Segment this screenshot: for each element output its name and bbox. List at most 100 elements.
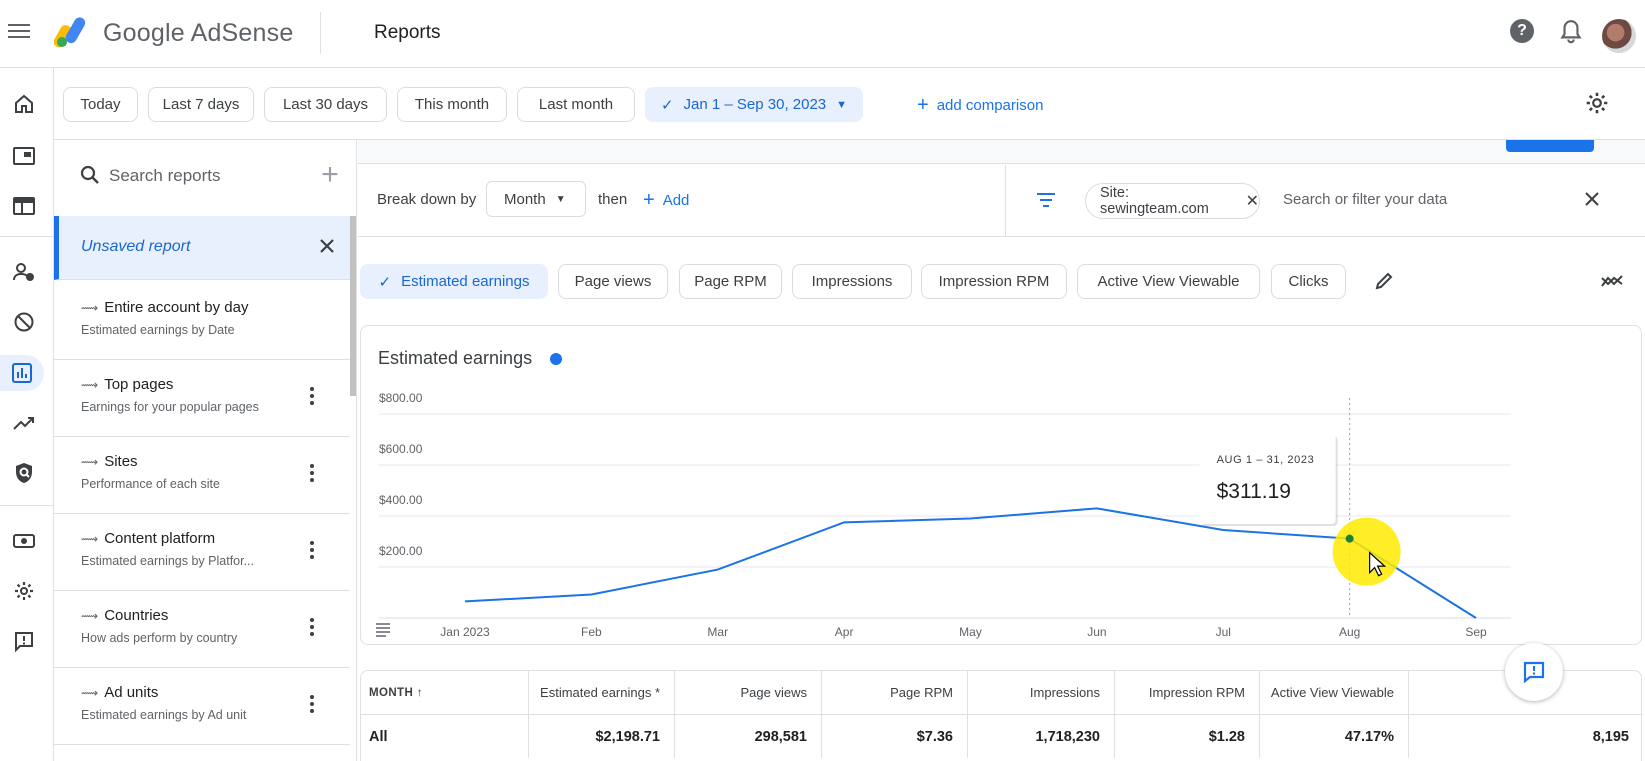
hovered-data-point[interactable] <box>1345 534 1354 543</box>
sparkle-icon: ⟿ <box>81 608 99 623</box>
report-item-content-platform[interactable]: ⟿ Content platform Estimated earnings by … <box>54 511 350 591</box>
help-icon[interactable]: ? <box>1510 19 1534 43</box>
sparkle-icon: ⟿ <box>81 377 99 392</box>
site-filter-chip[interactable]: Site: sewingteam.com ✕ <box>1085 183 1260 219</box>
x-tick-label: Aug <box>1339 625 1360 639</box>
metric-impressions[interactable]: Impressions <box>792 264 912 299</box>
metric-page-rpm[interactable]: Page RPM <box>679 264 782 299</box>
brand-safety-icon[interactable] <box>6 455 42 491</box>
more-options-icon[interactable] <box>308 462 316 486</box>
metric-page-views[interactable]: Page views <box>558 264 668 299</box>
y-tick-label: $400.00 <box>379 493 423 507</box>
sites-icon[interactable] <box>6 138 42 174</box>
report-title: Top pages <box>104 376 174 393</box>
header-divider <box>320 12 321 54</box>
rail-divider <box>0 236 54 237</box>
settings-icon[interactable] <box>6 573 42 609</box>
more-options-icon[interactable] <box>308 385 316 409</box>
unsaved-report-item[interactable]: Unsaved report <box>54 216 350 280</box>
more-options-icon[interactable] <box>308 539 316 563</box>
clear-filters-icon[interactable] <box>1580 187 1604 211</box>
date-chip-this-month[interactable]: This month <box>397 87 507 122</box>
breakdown-then-label: then <box>598 191 628 208</box>
brand-name: Google AdSense <box>103 19 294 47</box>
date-chip-last-7-days[interactable]: Last 7 days <box>148 87 254 122</box>
metric-impression-rpm[interactable]: Impression RPM <box>921 264 1067 299</box>
close-icon[interactable] <box>315 234 339 258</box>
payments-icon[interactable] <box>6 523 42 559</box>
metric-estimated-earnings[interactable]: ✓ Estimated earnings <box>360 264 548 299</box>
report-item-countries[interactable]: ⟿ Countries How ads perform by country <box>54 588 350 668</box>
table-total-cell: $2,198.71 <box>529 714 675 758</box>
date-range-label: Jan 1 – Sep 30, 2023 <box>683 96 827 113</box>
filter-icon[interactable] <box>1034 190 1058 210</box>
date-chip-last-month[interactable]: Last month <box>517 87 635 122</box>
search-icon <box>80 165 99 184</box>
report-table: MONTH ↑ Estimated earnings * Page views Pag… <box>360 670 1643 761</box>
report-item-entire-account[interactable]: ⟿ Entire account by day Estimated earning… <box>54 280 350 360</box>
table-total-cell: $7.36 <box>822 714 968 758</box>
feedback-button[interactable] <box>1505 643 1563 701</box>
more-options-icon[interactable] <box>308 616 316 640</box>
x-tick-label: Sep <box>1465 625 1487 639</box>
sidebar-scrollbar[interactable] <box>350 216 356 396</box>
compare-metrics-icon[interactable] <box>1600 270 1626 294</box>
date-range-selector[interactable]: ✓ Jan 1 – Sep 30, 2023 ▼ <box>645 87 863 122</box>
date-chip-today[interactable]: Today <box>63 87 138 122</box>
breakdown-bar: Break down by Month ▼ then + Add Site: s… <box>358 165 1645 237</box>
plus-icon: + <box>917 94 929 116</box>
y-tick-label: $600.00 <box>379 442 423 456</box>
table-header-cell[interactable]: Page views <box>675 671 822 714</box>
remove-filter-icon[interactable]: ✕ <box>1246 191 1259 211</box>
account-avatar[interactable] <box>1602 19 1636 53</box>
table-header-cell[interactable]: Page RPM <box>822 671 968 714</box>
save-button-partial[interactable] <box>1506 140 1594 152</box>
report-subtitle: Earnings for your popular pages <box>81 400 259 414</box>
add-comparison-button[interactable]: + add comparison <box>917 94 1043 117</box>
table-total-cell: All <box>361 714 529 758</box>
earnings-line-chart[interactable]: $800.00 $600.00 $400.00 $200.00 Jan 2023 Feb M… <box>361 326 1643 646</box>
filter-search-input[interactable]: Search or filter your data <box>1283 191 1447 208</box>
breakdown-dimension-select[interactable]: Month ▼ <box>486 181 586 217</box>
metric-active-view-viewable[interactable]: Active View Viewable <box>1077 264 1260 299</box>
notifications-icon[interactable] <box>1558 18 1584 46</box>
table-header-cell[interactable]: MONTH ↑ <box>361 671 529 714</box>
report-item-sites[interactable]: ⟿ Sites Performance of each site <box>54 434 350 514</box>
date-range-bar: Today Last 7 days Last 30 days This mont… <box>54 68 1645 140</box>
site-filter-label: Site: sewingteam.com <box>1100 185 1209 217</box>
breakdown-label: Break down by <box>377 191 477 208</box>
search-reports-input[interactable] <box>109 164 309 188</box>
reports-icon[interactable] <box>0 355 44 391</box>
date-chip-last-30-days[interactable]: Last 30 days <box>264 87 387 122</box>
add-report-button[interactable]: + <box>316 158 344 192</box>
menu-icon[interactable] <box>8 20 30 42</box>
block-controls-icon[interactable] <box>6 304 42 340</box>
metric-clicks[interactable]: Clicks <box>1271 264 1346 299</box>
edit-metrics-icon[interactable] <box>1373 270 1395 292</box>
metric-label: Estimated earnings <box>401 273 530 290</box>
optimization-icon[interactable] <box>6 405 42 441</box>
table-header-cell[interactable]: Active View Viewable <box>1260 671 1409 714</box>
report-settings-icon[interactable] <box>1584 90 1610 116</box>
sparkle-icon: ⟿ <box>81 454 99 469</box>
home-icon[interactable] <box>6 86 42 122</box>
ads-icon[interactable] <box>6 188 42 224</box>
report-item-ad-units[interactable]: ⟿ Ad units Estimated earnings by Ad unit <box>54 665 350 745</box>
report-subtitle: Estimated earnings by Platfor... <box>81 554 255 568</box>
table-header-cell[interactable]: Estimated earnings * <box>529 671 675 714</box>
report-subtitle: How ads perform by country <box>81 631 238 645</box>
x-tick-label: Apr <box>835 625 854 639</box>
feedback-rail-icon[interactable] <box>6 623 42 659</box>
adsense-logo-icon[interactable] <box>54 14 94 48</box>
report-item-top-pages[interactable]: ⟿ Top pages Earnings for your popular pag… <box>54 357 350 437</box>
sparkle-icon: ⟿ <box>81 300 99 315</box>
unsaved-report-label: Unsaved report <box>81 238 191 255</box>
privacy-messaging-icon[interactable] <box>6 254 42 290</box>
more-options-icon[interactable] <box>308 693 316 717</box>
table-header-cell[interactable]: Impressions <box>968 671 1115 714</box>
add-dimension-button[interactable]: + Add <box>643 189 689 212</box>
x-tick-label: Mar <box>707 625 728 639</box>
y-tick-label: $800.00 <box>379 391 423 405</box>
navigation-rail <box>0 68 54 761</box>
table-header-cell[interactable]: Impression RPM <box>1115 671 1260 714</box>
